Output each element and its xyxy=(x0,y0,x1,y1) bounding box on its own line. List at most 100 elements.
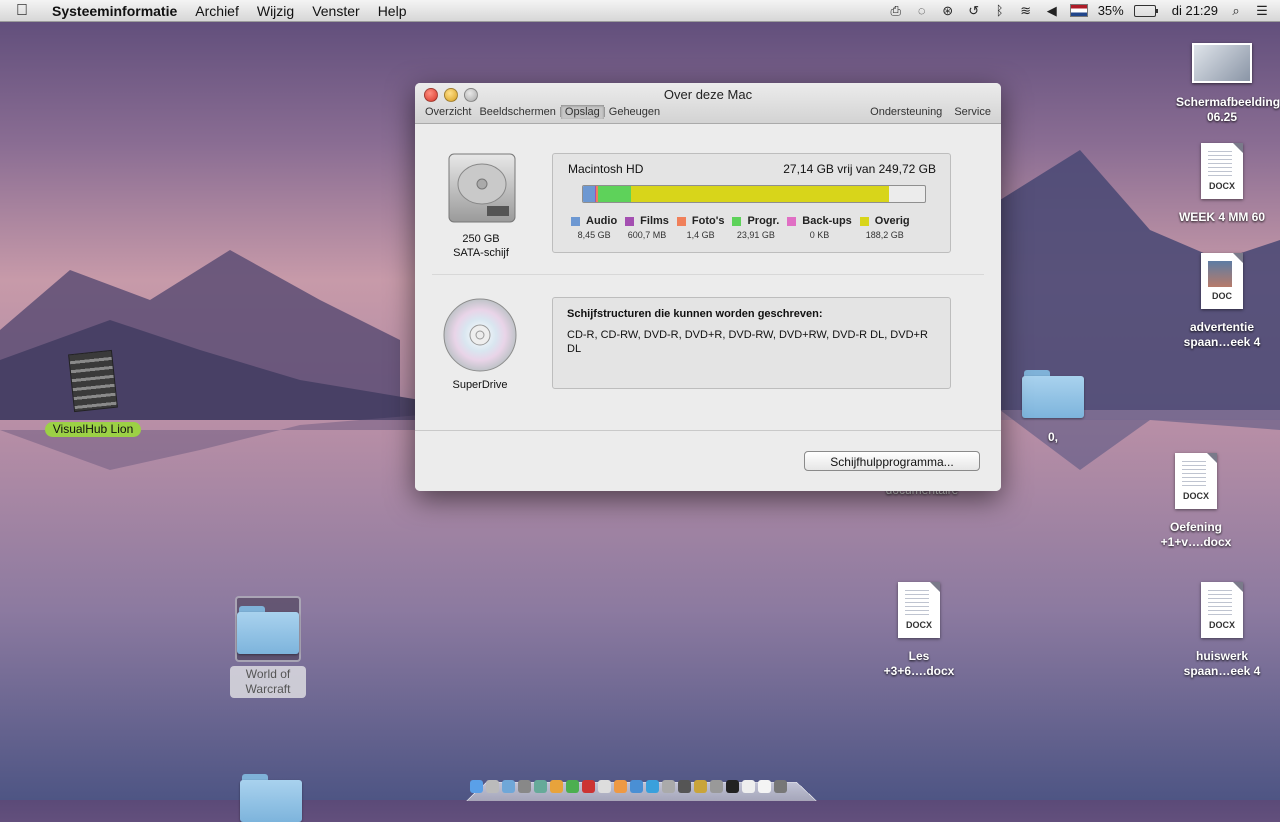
legend-label: Films xyxy=(640,215,669,227)
chrome-dock-icon[interactable] xyxy=(566,780,579,793)
footer-divider xyxy=(415,430,1001,431)
trash-dock-icon[interactable] xyxy=(774,780,787,793)
tab-opslag[interactable]: Opslag xyxy=(560,105,604,119)
safari-dock-icon[interactable] xyxy=(502,780,515,793)
desktop-item-doc[interactable]: DOC advertentie spaan…eek 4 xyxy=(1176,253,1268,350)
notification-list-icon[interactable]: ☰ xyxy=(1254,3,1270,19)
doc-file-icon: DOC xyxy=(1201,253,1243,309)
folder-icon xyxy=(237,606,299,654)
legend-value: 188,2 GB xyxy=(865,230,904,240)
document-dock-icon[interactable] xyxy=(758,780,771,793)
hard-disk-icon xyxy=(448,153,516,223)
app-dock-icon[interactable] xyxy=(726,780,739,793)
desktop-item-label: 0, xyxy=(1047,430,1058,444)
legend-item: Audio 8,45 GB xyxy=(571,215,617,240)
disk-usage-card: Macintosh HD 27,14 GB vrij van 249,72 GB… xyxy=(552,153,951,253)
legend-swatch xyxy=(571,216,580,226)
disk-free-space: 27,14 GB vrij van 249,72 GB xyxy=(783,162,936,176)
superdrive-card: Schijfstructuren die kunnen worden gesch… xyxy=(552,297,951,389)
menu-app-name[interactable]: Systeeminformatie xyxy=(44,3,186,19)
legend-swatch xyxy=(676,216,686,226)
legend-label: Foto's xyxy=(691,215,725,227)
tab-ondersteuning[interactable]: Ondersteuning xyxy=(866,105,946,119)
film-reel-icon xyxy=(68,349,118,413)
usage-segment-progr xyxy=(598,186,631,202)
legend-value: 1,4 GB xyxy=(686,230,715,240)
clock[interactable]: di 21:29 xyxy=(1172,3,1218,18)
legend-value: 0 KB xyxy=(809,230,830,240)
legend-label: Back-ups xyxy=(802,215,852,227)
writable-formats-list: CD-R, CD-RW, DVD-R, DVD+R, DVD-RW, DVD+R… xyxy=(567,329,928,355)
legend-item: Foto's 1,4 GB xyxy=(676,215,725,240)
menu-bar:  Systeeminformatie Archief Wijzig Venst… xyxy=(0,0,1280,22)
storage-panel: 250 GB SATA-schijf Macintosh HD 27,14 GB… xyxy=(415,124,1001,491)
disk-type: SATA-schijf xyxy=(453,247,509,259)
app-dock-icon[interactable] xyxy=(742,780,755,793)
launchpad-dock-icon[interactable] xyxy=(486,780,499,793)
cd-disc-icon xyxy=(443,298,517,372)
legend-item: Progr. 23,91 GB xyxy=(732,215,779,240)
desktop-item-app[interactable]: VisualHub Lion xyxy=(40,349,146,437)
legend-label: Overig xyxy=(874,215,910,227)
app-dock-icon[interactable] xyxy=(534,780,547,793)
wifi-icon[interactable]: ≋ xyxy=(1018,3,1034,19)
finder-dock-icon[interactable] xyxy=(470,780,483,793)
disk-utility-button[interactable]: Schijfhulpprogramma... xyxy=(804,451,980,471)
disk-usage-legend: Audio 8,45 GB Films 600,7 MB Foto's 1,4 GB Pro… xyxy=(571,215,918,240)
legend-value: 600,7 MB xyxy=(627,230,667,240)
desktop-item-label: advertentie spaan…eek 4 xyxy=(1183,320,1261,349)
tab-beeldschermen[interactable]: Beeldschermen xyxy=(475,105,559,119)
warcraft-dock-icon[interactable] xyxy=(694,780,707,793)
dock-icons xyxy=(470,780,812,796)
tab-service[interactable]: Service xyxy=(950,105,995,119)
desktop-item-screenshot[interactable]: Schermafbeelding…06.25 xyxy=(1176,43,1280,125)
menu-venster[interactable]: Venster xyxy=(303,3,368,19)
desktop-item-doc[interactable]: DOCX Les +3+6….docx xyxy=(873,582,965,679)
folder-icon xyxy=(1022,370,1084,418)
menu-wijzig[interactable]: Wijzig xyxy=(248,3,303,19)
usage-segment-overig xyxy=(631,186,889,202)
legend-swatch xyxy=(625,216,635,226)
spotlight-search-icon[interactable]: ⌕ xyxy=(1228,3,1244,19)
legend-swatch xyxy=(732,216,742,226)
app-dock-icon[interactable] xyxy=(662,780,675,793)
accessibility-icon[interactable]: ⊛ xyxy=(940,3,956,19)
tab-overzicht[interactable]: Overzicht xyxy=(421,105,475,119)
desktop-item-folder[interactable]: World of Warcraft xyxy=(230,596,306,698)
notes-dock-icon[interactable] xyxy=(598,780,611,793)
skype-dock-icon[interactable] xyxy=(646,780,659,793)
time-machine-icon[interactable]: ↺ xyxy=(966,3,982,19)
desktop-item-folder[interactable]: 0, xyxy=(1018,370,1088,445)
desktop-item-doc[interactable]: DOCX Oefening +1+v….docx xyxy=(1150,453,1242,550)
screenshot-thumbnail-icon xyxy=(1192,43,1252,83)
folder-icon xyxy=(240,774,302,822)
disk-capacity: 250 GB xyxy=(462,233,500,245)
input-source-flag-icon[interactable] xyxy=(1069,4,1088,17)
desktop-item-doc[interactable]: DOCX WEEK 4 MM 60 xyxy=(1176,143,1268,225)
volume-icon[interactable]: ◀ xyxy=(1044,3,1060,19)
window-titlebar: Over deze Mac Overzicht Beeldschermen Op… xyxy=(415,83,1001,124)
sync-icon[interactable]: ◌ xyxy=(914,3,930,18)
desktop-item-doc[interactable]: DOCX huiswerk spaan…eek 4 xyxy=(1176,582,1268,679)
legend-item: Overig 188,2 GB xyxy=(859,215,910,240)
app-dock-icon[interactable] xyxy=(582,780,595,793)
about-this-mac-window: Over deze Mac Overzicht Beeldschermen Op… xyxy=(415,83,1001,491)
battery-percent[interactable]: 35% xyxy=(1098,3,1124,18)
app-dock-icon[interactable] xyxy=(710,780,723,793)
tab-geheugen[interactable]: Geheugen xyxy=(605,105,664,119)
bluetooth-icon[interactable]: ᛒ xyxy=(992,3,1008,18)
docx-file-icon: DOCX xyxy=(1201,582,1243,638)
legend-item: Films 600,7 MB xyxy=(625,215,669,240)
menu-help[interactable]: Help xyxy=(369,3,416,19)
battery-icon[interactable] xyxy=(1133,4,1158,17)
apple-menu-icon[interactable]:  xyxy=(0,2,44,20)
app-dock-icon[interactable] xyxy=(678,780,691,793)
desktop-item-folder[interactable] xyxy=(236,774,306,822)
app-dock-icon[interactable] xyxy=(630,780,643,793)
printer-icon[interactable]: ⎙ xyxy=(888,3,904,19)
mail-dock-icon[interactable] xyxy=(518,780,531,793)
menu-archief[interactable]: Archief xyxy=(186,3,248,19)
app-dock-icon[interactable] xyxy=(614,780,627,793)
firefox-dock-icon[interactable] xyxy=(550,780,563,793)
docx-file-icon: DOCX xyxy=(1175,453,1217,509)
